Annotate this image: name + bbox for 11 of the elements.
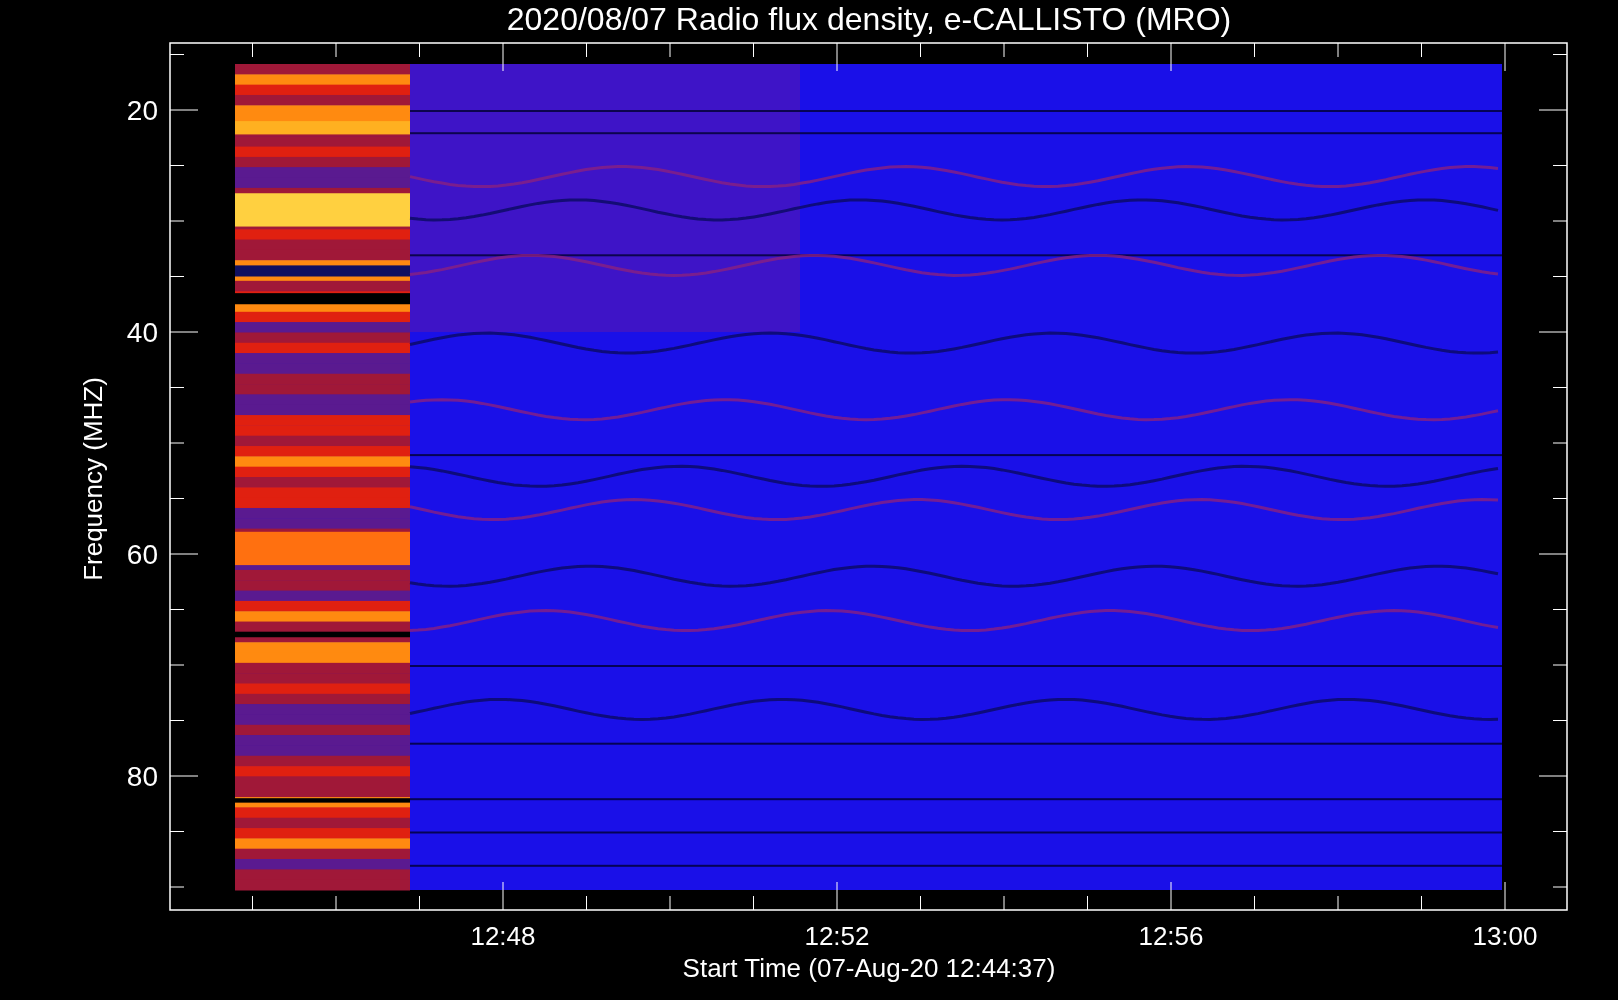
tick-label: 13:00 xyxy=(1472,921,1538,951)
tick-label: 12:52 xyxy=(804,921,870,951)
tick-label: 60 xyxy=(126,539,158,570)
tick-label: 40 xyxy=(126,317,158,348)
tick-label: 12:56 xyxy=(1138,921,1204,951)
tick-label: 12:48 xyxy=(470,921,536,951)
chart-title: 2020/08/07 Radio flux density, e-CALLISTO (MRO) xyxy=(506,1,1232,37)
tick-label: 80 xyxy=(126,761,158,792)
axis-label: Start Time (07-Aug-20 12:44:37) xyxy=(682,953,1056,983)
axis-label: Frequency (MHZ) xyxy=(78,377,108,581)
tick-label: 20 xyxy=(126,95,158,126)
